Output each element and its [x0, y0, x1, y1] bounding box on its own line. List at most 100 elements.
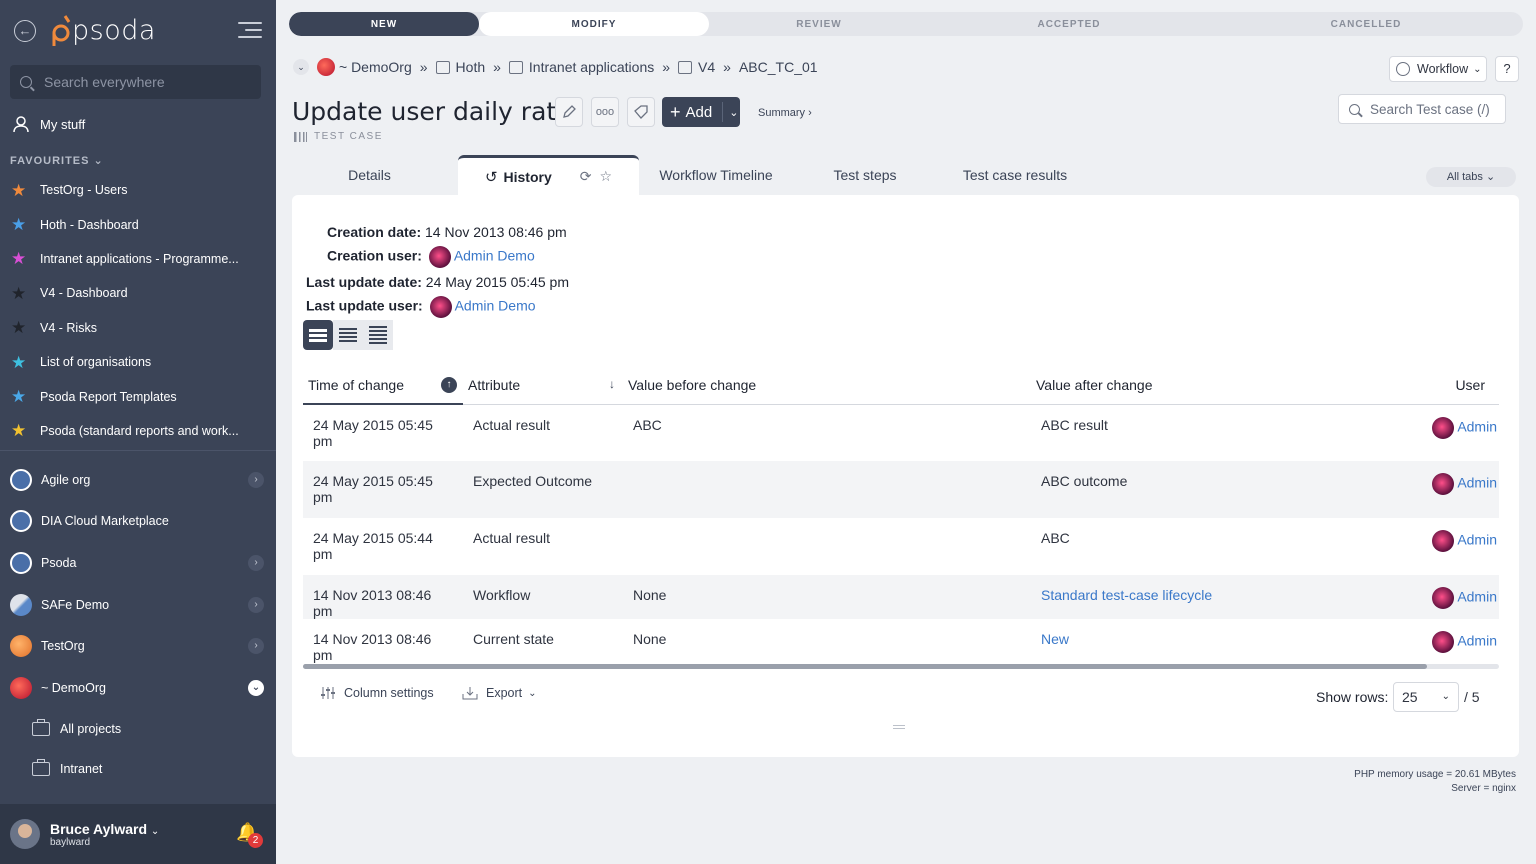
scrollbar-thumb[interactable]	[303, 664, 1427, 669]
tab-test-case-results[interactable]: Test case results	[942, 155, 1088, 195]
last-update-user-link[interactable]: Admin Demo	[455, 298, 536, 314]
breadcrumb-dropdown-icon[interactable]: ⌄	[293, 59, 309, 75]
org-item-demoorg[interactable]: ~ DemoOrg ⌄	[0, 667, 276, 709]
breadcrumb-item[interactable]: Intranet applications	[529, 59, 654, 75]
tag-button[interactable]	[627, 97, 655, 127]
column-header-user[interactable]: User	[1411, 367, 1499, 405]
density-compact-icon[interactable]	[363, 320, 393, 350]
creation-user-link[interactable]: Admin Demo	[454, 248, 535, 264]
cell-attribute: Actual result	[473, 416, 551, 433]
search-everywhere-input[interactable]: Search everywhere	[10, 65, 261, 99]
density-normal-icon[interactable]	[333, 320, 363, 350]
org-item-safe-demo[interactable]: SAFe Demo ›	[0, 584, 276, 626]
testorg-icon	[10, 635, 32, 658]
my-stuff-label: My stuff	[40, 116, 86, 132]
star-icon: ★	[11, 318, 27, 338]
workflow-button[interactable]: Workflow ⌄	[1389, 56, 1487, 82]
chevron-right-icon[interactable]: ›	[248, 596, 264, 613]
user-link[interactable]: Admin	[1457, 532, 1497, 548]
favourite-item[interactable]: ★ Intranet applications - Programme...	[0, 242, 276, 276]
refresh-icon[interactable]: ⟳	[580, 168, 592, 185]
favourites-list: ★ TestOrg - Users ★ Hoth - Dashboard ★ Intr…	[0, 173, 276, 448]
sidebar-header: ← psoda	[0, 0, 276, 64]
add-button[interactable]: + Add ⌄	[662, 97, 740, 127]
horizontal-scrollbar[interactable]	[303, 664, 1499, 669]
resize-handle[interactable]	[893, 725, 905, 729]
test-case-icon	[294, 131, 307, 142]
search-test-case-input[interactable]: Search Test case (/)	[1338, 94, 1506, 124]
cell-time: 24 May 2015 05:44 pm	[313, 530, 433, 562]
org-item-psoda[interactable]: Psoda ›	[0, 542, 276, 584]
column-header-time[interactable]: Time of change ↑	[303, 367, 463, 405]
rows-per-page-select[interactable]: 25 ⌄	[1393, 682, 1459, 712]
sort-descending-icon[interactable]: ↓	[609, 377, 615, 391]
density-comfortable-icon[interactable]	[303, 320, 333, 350]
favourite-item[interactable]: ★ Psoda (standard reports and work...	[0, 414, 276, 448]
chevron-right-icon[interactable]: ›	[248, 638, 264, 655]
chevron-down-icon[interactable]: ⌄	[248, 679, 264, 696]
column-header-attribute[interactable]: Attribute ↓	[463, 367, 623, 405]
stage-new[interactable]: NEW	[289, 12, 479, 36]
tab-details[interactable]: Details	[292, 155, 447, 195]
breadcrumb-item[interactable]: V4	[698, 59, 715, 75]
favourites-heading[interactable]: FAVOURITES ⌄	[10, 154, 104, 167]
breadcrumb-item[interactable]: Hoth	[456, 59, 486, 75]
star-icon: ★	[11, 249, 27, 269]
table-row: 14 Nov 2013 08:46 pm Workflow None Stand…	[303, 575, 1499, 619]
favourite-item[interactable]: ★ V4 - Dashboard	[0, 276, 276, 310]
state-link[interactable]: New	[1041, 631, 1069, 647]
sub-item-all-projects[interactable]: All projects	[0, 709, 276, 749]
user-link[interactable]: Admin	[1457, 418, 1497, 434]
favourite-item[interactable]: ★ List of organisations	[0, 345, 276, 379]
chevron-right-icon[interactable]: ›	[248, 471, 264, 488]
tab-history[interactable]: ↺ History ⟳ ☆	[458, 155, 639, 195]
sort-ascending-icon[interactable]: ↑	[441, 377, 457, 393]
help-button[interactable]: ?	[1495, 56, 1519, 82]
tab-workflow-timeline[interactable]: Workflow Timeline	[642, 155, 790, 195]
cell-user: Admin	[1411, 518, 1499, 575]
cell-after: ABC result	[1041, 416, 1108, 433]
stage-cancelled[interactable]: CANCELLED	[1209, 12, 1523, 36]
favourite-item[interactable]: ★ TestOrg - Users	[0, 173, 276, 207]
back-icon[interactable]: ←	[14, 20, 36, 42]
user-profile-bar[interactable]: Bruce Aylward ⌄ baylward	[0, 804, 276, 864]
star-outline-icon[interactable]: ☆	[599, 168, 612, 185]
sidebar: ← psoda Search everywhere My stuff FAVOU…	[0, 0, 276, 864]
favourite-item[interactable]: ★ V4 - Risks	[0, 311, 276, 345]
favourite-item[interactable]: ★ Hoth - Dashboard	[0, 207, 276, 241]
workflow-link[interactable]: Standard test-case lifecycle	[1041, 587, 1212, 603]
column-header-after[interactable]: Value after change	[1031, 367, 1411, 405]
stage-modify[interactable]: MODIFY	[479, 12, 709, 36]
last-update-date: Last update date: 24 May 2015 05:45 pm	[306, 274, 570, 290]
column-settings-button[interactable]: Column settings	[320, 686, 434, 700]
org-item-agile-org[interactable]: Agile org ›	[0, 459, 276, 501]
more-button[interactable]: ooo	[591, 97, 619, 127]
stage-review[interactable]: REVIEW	[709, 12, 929, 36]
chevron-right-icon[interactable]: ›	[248, 554, 264, 571]
edit-button[interactable]	[555, 97, 583, 127]
sub-item-intranet[interactable]: Intranet	[0, 749, 276, 789]
my-stuff-link[interactable]: My stuff	[12, 115, 85, 133]
column-header-before[interactable]: Value before change	[623, 367, 1031, 405]
user-link[interactable]: Admin	[1457, 633, 1497, 649]
chevron-down-icon: ⌄	[528, 687, 537, 699]
org-item-testorg[interactable]: TestOrg ›	[0, 625, 276, 667]
divider	[0, 450, 276, 451]
logo-text: psoda	[72, 14, 156, 46]
org-item-dia-cloud[interactable]: DIA Cloud Marketplace	[0, 501, 276, 543]
all-tabs-button[interactable]: All tabs ⌄	[1426, 167, 1516, 187]
logo[interactable]: psoda	[50, 13, 156, 47]
favourite-item[interactable]: ★ Psoda Report Templates	[0, 379, 276, 413]
avatar	[1432, 473, 1455, 495]
breadcrumb-item[interactable]: ~ DemoOrg	[339, 59, 412, 75]
summary-link[interactable]: Summary ›	[758, 107, 812, 119]
tab-test-steps[interactable]: Test steps	[802, 155, 928, 195]
user-link[interactable]: Admin	[1457, 475, 1497, 491]
user-link[interactable]: Admin	[1457, 589, 1497, 605]
export-button[interactable]: Export ⌄	[462, 686, 537, 700]
cell-before: ABC	[633, 416, 662, 433]
breadcrumb: ⌄ ~ DemoOrg » Hoth » Intranet applicatio…	[293, 58, 818, 76]
stage-accepted[interactable]: ACCEPTED	[929, 12, 1209, 36]
cell-user: Admin	[1411, 619, 1499, 663]
collapse-menu-icon[interactable]	[238, 22, 262, 40]
